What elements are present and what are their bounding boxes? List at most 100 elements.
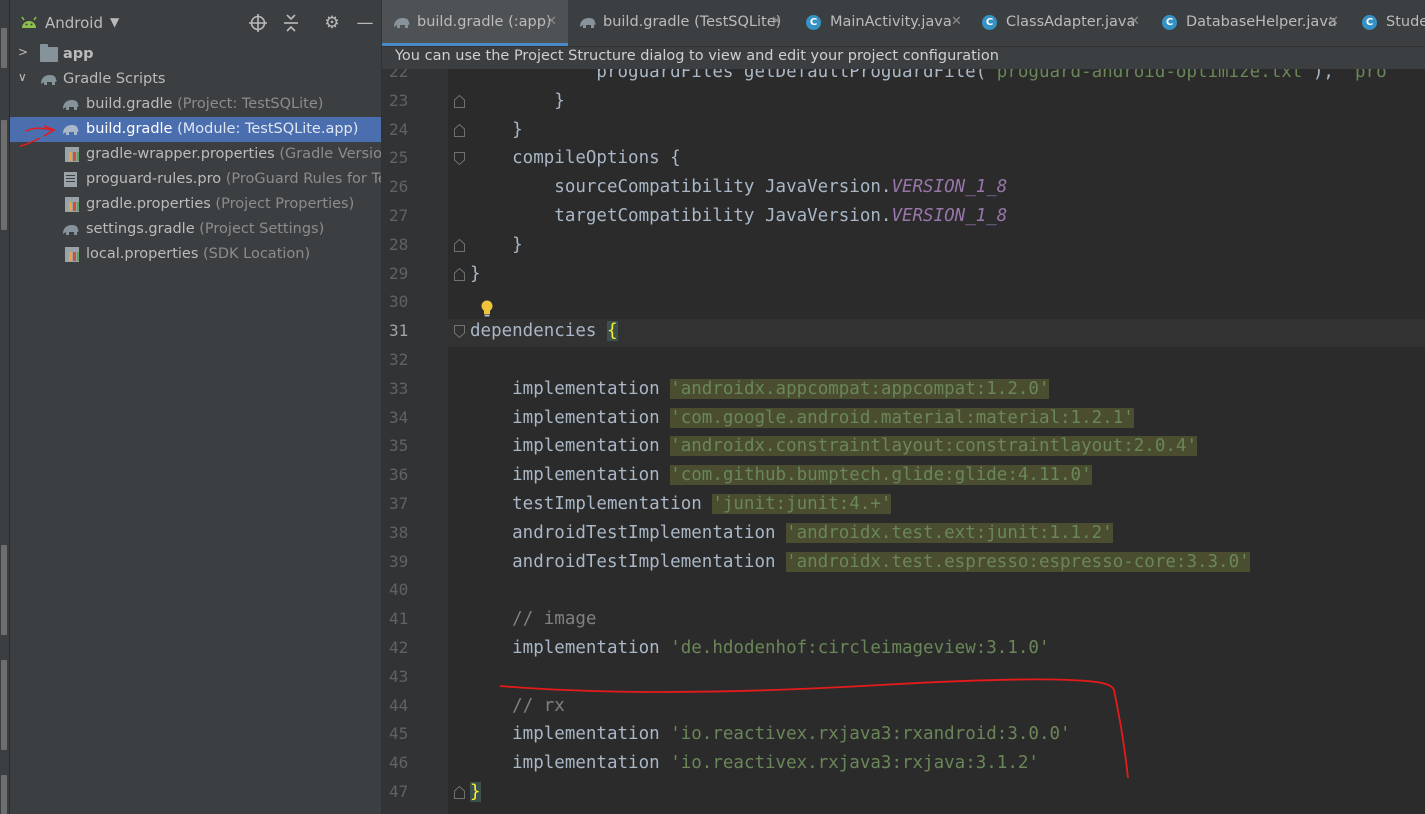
code-token: implementation: [470, 638, 671, 658]
resource-manager-tool-tab[interactable]: [1, 120, 7, 230]
code-line[interactable]: 40: [382, 577, 1425, 605]
tab-main-activity[interactable]: C MainActivity.java ✕: [795, 0, 971, 46]
line-number: 23: [389, 90, 409, 110]
code-text: implementation 'io.reactivex.rxjava3:rxj…: [470, 753, 1039, 773]
fold-marker-icon[interactable]: [454, 786, 465, 799]
tab-database-helper[interactable]: C DatabaseHelper.java ✕: [1151, 0, 1350, 46]
code-line[interactable]: 44 // rx: [382, 693, 1425, 721]
tree-item-settings-gradle[interactable]: settings.gradle (Project Settings): [10, 217, 381, 242]
code-text: }: [470, 782, 481, 802]
build-variants-tool-tab[interactable]: [1, 545, 7, 635]
code-line[interactable]: 30: [382, 289, 1425, 317]
code-line[interactable]: 27 targetCompatibility JavaVersion.VERSI…: [382, 203, 1425, 231]
close-icon[interactable]: ✕: [546, 14, 557, 29]
code-token: VERSION_1_8: [891, 206, 1008, 226]
tab-class-adapter[interactable]: C ClassAdapter.java ✕: [971, 0, 1151, 46]
crosshair-locate-icon[interactable]: [247, 12, 269, 34]
line-number: 36: [389, 465, 409, 485]
code-line[interactable]: 23 }: [382, 88, 1425, 116]
tree-item-build-gradle-module[interactable]: build.gradle (Module: TestSQLite.app): [10, 117, 381, 142]
code-line[interactable]: 22 proguardFiles getDefaultProguardFile(…: [382, 69, 1425, 87]
chevron-down-icon[interactable]: ▼: [110, 15, 119, 29]
code-line[interactable]: 37 testImplementation 'junit:junit:4.+': [382, 491, 1425, 519]
gradle-elephant-icon: [62, 97, 80, 112]
code-line[interactable]: 28 }: [382, 232, 1425, 260]
tree-item-label: build.gradle: [86, 121, 173, 137]
code-line[interactable]: 33 implementation 'androidx.appcompat:ap…: [382, 376, 1425, 404]
code-token: }: [470, 263, 481, 284]
code-line[interactable]: 43: [382, 664, 1425, 692]
code-line[interactable]: 32: [382, 347, 1425, 375]
line-number: 32: [389, 350, 409, 369]
close-icon[interactable]: ✕: [1328, 14, 1339, 29]
favorites-tool-tab[interactable]: [1, 660, 7, 750]
code-line[interactable]: 41 // image: [382, 606, 1425, 634]
tab-build-gradle-app[interactable]: build.gradle (:app) ✕: [382, 0, 568, 46]
tree-item-label: app: [63, 46, 94, 62]
fold-marker-icon[interactable]: [454, 325, 465, 339]
tree-item-label: gradle.properties: [86, 196, 211, 212]
code-token: proguardFiles getDefaultProguardFile(: [470, 69, 987, 82]
code-line[interactable]: 25 compileOptions {: [382, 145, 1425, 173]
tree-item-hint: (Gradle Version): [279, 146, 381, 162]
structure-tool-tab[interactable]: [1, 775, 7, 814]
code-line[interactable]: 26 sourceCompatibility JavaVersion.VERSI…: [382, 174, 1425, 202]
line-number: 25: [389, 148, 409, 168]
chevron-down-icon[interactable]: ∨: [18, 70, 27, 84]
code-editor[interactable]: 22 proguardFiles getDefaultProguardFile(…: [382, 69, 1425, 814]
string-literal: 'io.reactivex.rxjava3:rxandroid:3.0.0': [670, 724, 1071, 745]
project-tool-tab[interactable]: [1, 28, 7, 68]
tree-item-gradle-wrapper-properties[interactable]: gradle-wrapper.properties (Gradle Versio…: [10, 142, 381, 167]
hide-minus-icon[interactable]: —: [354, 12, 376, 34]
line-number: 28: [389, 234, 409, 254]
code-line[interactable]: 31 dependencies {: [382, 318, 1425, 346]
tree-item-app[interactable]: > app: [10, 42, 381, 67]
code-token: implementation: [470, 753, 671, 774]
code-text: implementation 'androidx.appcompat:appco…: [470, 378, 1050, 399]
string-literal: 'com.github.bumptech.glide:glide:4.11.0': [670, 465, 1092, 486]
fold-marker-icon[interactable]: [454, 123, 465, 137]
tree-item-gradle-properties[interactable]: gradle.properties (Project Properties): [10, 192, 381, 217]
tree-item-proguard-rules[interactable]: proguard-rules.pro (ProGuard Rules for T…: [10, 167, 381, 192]
code-line[interactable]: 39 androidTestImplementation 'androidx.t…: [382, 549, 1425, 577]
project-structure-notification: You can use the Project Structure dialog…: [382, 47, 1425, 69]
chevron-right-icon[interactable]: >: [18, 45, 28, 59]
gear-icon[interactable]: ⚙: [321, 12, 343, 34]
code-line[interactable]: 24 }: [382, 117, 1425, 145]
code-line[interactable]: 46 implementation 'io.reactivex.rxjava3:…: [382, 750, 1425, 778]
code-line[interactable]: 42 implementation 'de.hdodenhof:circleim…: [382, 635, 1425, 663]
close-icon[interactable]: ✕: [771, 14, 782, 29]
close-icon[interactable]: ✕: [1129, 14, 1140, 29]
java-class-icon: C: [982, 15, 997, 30]
tab-label: MainActivity.java: [830, 14, 952, 30]
code-text: }: [470, 235, 523, 255]
code-line[interactable]: 29}: [382, 261, 1425, 289]
project-view-selector[interactable]: Android: [45, 14, 103, 32]
properties-file-icon: [65, 197, 79, 212]
properties-file-icon: [65, 247, 79, 262]
fold-marker-icon[interactable]: [454, 94, 465, 108]
tree-item-local-properties[interactable]: local.properties (SDK Location): [10, 242, 381, 267]
tree-item-gradle-scripts[interactable]: ∨ Gradle Scripts: [10, 67, 381, 92]
gradle-elephant-icon: [40, 72, 58, 87]
code-line[interactable]: 47}: [382, 779, 1425, 807]
tree-item-build-gradle-project[interactable]: build.gradle (Project: TestSQLite): [10, 92, 381, 117]
code-line[interactable]: 35 implementation 'androidx.constraintla…: [382, 433, 1425, 461]
fold-marker-icon[interactable]: [454, 152, 465, 166]
collapse-all-icon[interactable]: [280, 12, 302, 34]
fold-marker-icon[interactable]: [454, 238, 465, 252]
code-line[interactable]: 36 implementation 'com.github.bumptech.g…: [382, 462, 1425, 490]
code-line[interactable]: 38 androidTestImplementation 'androidx.t…: [382, 520, 1425, 548]
tab-build-gradle-project[interactable]: build.gradle (TestSQLite) ✕: [568, 0, 795, 46]
code-token: implementation: [470, 407, 671, 428]
code-text: implementation 'de.hdodenhof:circleimage…: [470, 638, 1049, 658]
code-token: }: [470, 90, 565, 111]
fold-marker-icon[interactable]: [454, 267, 465, 281]
left-tool-window-strip[interactable]: [0, 0, 10, 814]
code-line[interactable]: 45 implementation 'io.reactivex.rxjava3:…: [382, 721, 1425, 749]
tab-student[interactable]: C Stude: [1350, 0, 1425, 46]
close-icon[interactable]: ✕: [951, 14, 962, 29]
code-text: // rx: [470, 696, 565, 716]
code-line[interactable]: 34 implementation 'com.google.android.ma…: [382, 405, 1425, 433]
